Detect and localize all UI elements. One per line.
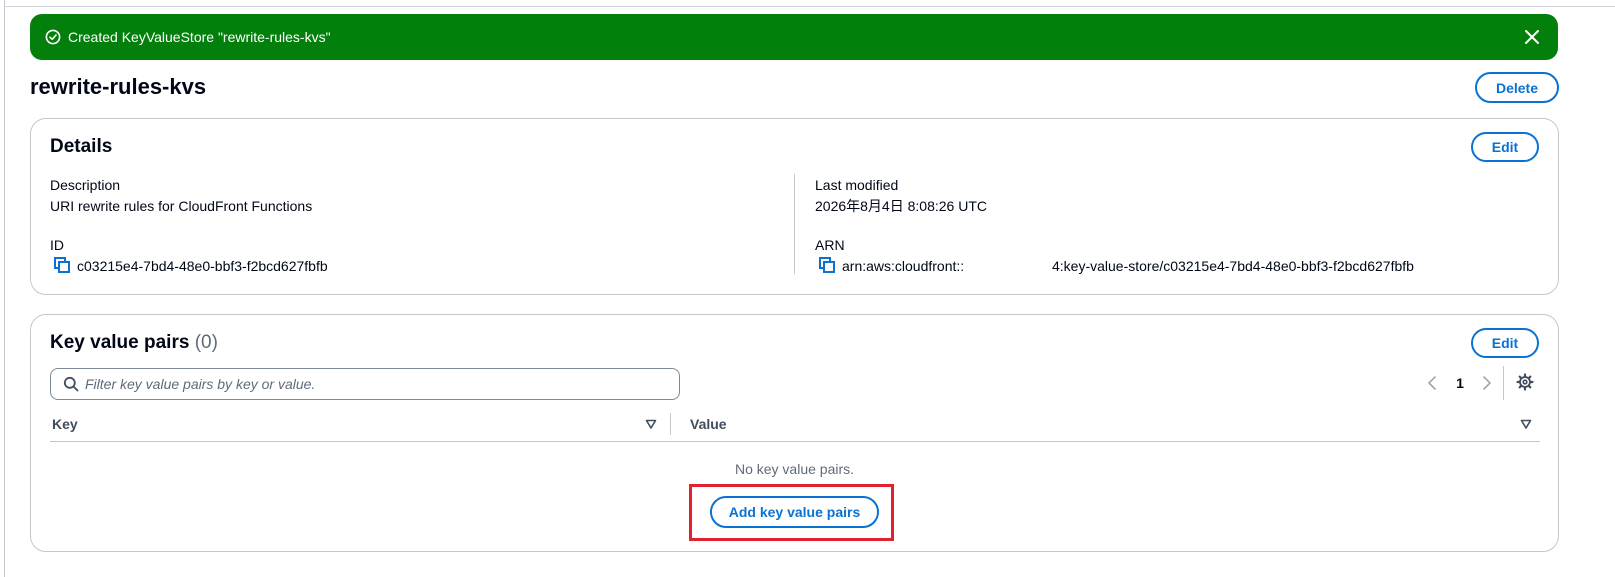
chevron-left-icon[interactable] — [1425, 374, 1439, 392]
column-header-key[interactable]: Key — [52, 415, 78, 433]
key-value-pairs-count: (0) — [194, 332, 218, 353]
pagination-separator — [1503, 366, 1504, 400]
key-value-pairs-edit-button[interactable]: Edit — [1471, 328, 1539, 358]
sort-down-icon[interactable] — [1520, 418, 1532, 430]
sort-down-icon[interactable] — [645, 418, 657, 430]
last-modified-label: Last modified — [815, 177, 899, 193]
add-key-value-pairs-button[interactable]: Add key value pairs — [710, 496, 879, 528]
empty-state-text: No key value pairs. — [734, 461, 855, 477]
description-value: URI rewrite rules for CloudFront Functio… — [50, 198, 313, 214]
key-value-pairs-container: Key value pairs (0) Edit 1 Key Va — [30, 314, 1559, 552]
key-value-pairs-heading: Key value pairs (0) — [50, 332, 218, 354]
column-header-value[interactable]: Value — [690, 415, 727, 433]
column-resizer[interactable] — [670, 413, 671, 435]
details-container: Details Edit Description URI rewrite rul… — [30, 118, 1559, 295]
key-value-pairs-title: Key value pairs — [50, 332, 190, 353]
column-divider — [794, 174, 795, 274]
gear-icon[interactable] — [1516, 373, 1534, 391]
page-number[interactable]: 1 — [1453, 374, 1467, 392]
last-modified-value: 2026年8月4日 8:08:26 UTC — [815, 198, 987, 214]
success-flash-banner: Created KeyValueStore "rewrite-rules-kvs… — [30, 14, 1558, 60]
page-title: rewrite-rules-kvs — [30, 74, 207, 99]
description-label: Description — [50, 177, 121, 193]
id-value: c03215e4-7bd4-48e0-bbf3-f2bcd627fbfb — [77, 258, 328, 274]
search-icon — [63, 376, 79, 392]
window-left-edge — [0, 0, 5, 577]
delete-button[interactable]: Delete — [1475, 72, 1559, 103]
check-circle-icon — [45, 29, 61, 45]
id-label: ID — [50, 237, 64, 253]
close-icon[interactable] — [1522, 27, 1542, 47]
copy-arn-icon[interactable] — [819, 257, 835, 273]
table-header-divider — [50, 441, 1540, 442]
details-heading: Details — [50, 136, 113, 157]
filter-input[interactable] — [85, 369, 665, 399]
copy-id-icon[interactable] — [54, 257, 70, 273]
chevron-right-icon[interactable] — [1480, 374, 1494, 392]
details-edit-button[interactable]: Edit — [1471, 132, 1539, 162]
arn-value-prefix: arn:aws:cloudfront:: — [842, 258, 965, 274]
arn-label: ARN — [815, 237, 845, 253]
arn-value-suffix: 4:key-value-store/c03215e4-7bd4-48e0-bbf… — [1052, 258, 1414, 274]
window-top-edge — [4, 6, 1615, 7]
flash-message: Created KeyValueStore "rewrite-rules-kvs… — [68, 29, 331, 45]
filter-field[interactable] — [50, 368, 680, 400]
